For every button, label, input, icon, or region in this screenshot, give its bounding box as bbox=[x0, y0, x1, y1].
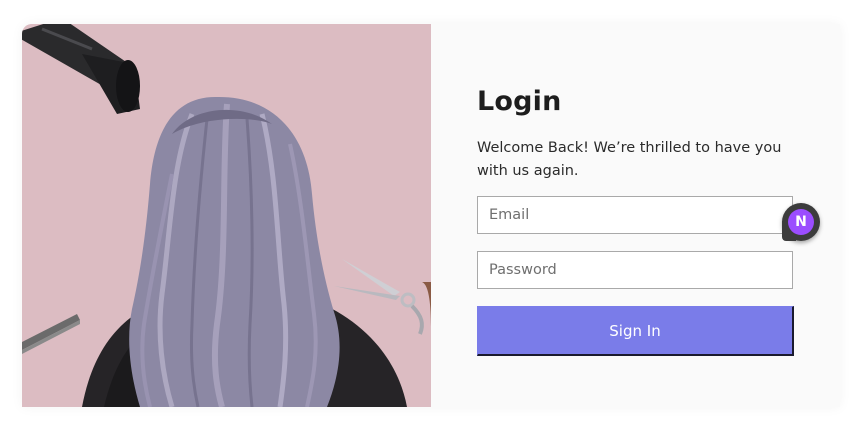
sign-in-button[interactable]: Sign In bbox=[477, 306, 794, 356]
welcome-message: Welcome Back! We’re thrilled to have you… bbox=[477, 140, 782, 179]
email-field[interactable] bbox=[477, 196, 793, 234]
salon-illustration bbox=[22, 24, 431, 407]
hero-image bbox=[22, 24, 431, 407]
password-field[interactable] bbox=[477, 251, 793, 289]
login-card: Login Welcome Back! We’re thrilled to ha… bbox=[22, 24, 840, 407]
assistant-avatar-icon: N bbox=[788, 209, 814, 235]
login-title: Login bbox=[477, 86, 562, 117]
login-form-panel: Login Welcome Back! We’re thrilled to ha… bbox=[431, 24, 840, 407]
floating-assistant-button[interactable]: N bbox=[782, 203, 820, 241]
